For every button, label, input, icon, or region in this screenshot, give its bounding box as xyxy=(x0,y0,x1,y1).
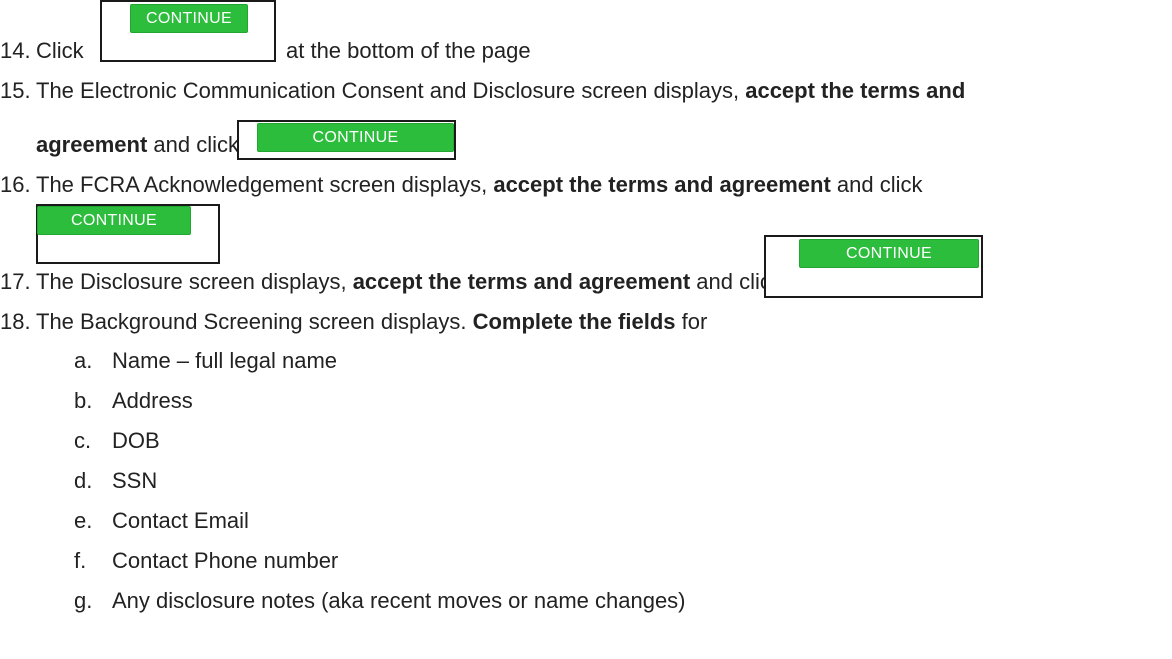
list-item-letter: b. xyxy=(74,388,93,413)
list-item-letter: d. xyxy=(74,468,93,493)
step-18-post: for xyxy=(675,309,708,334)
continue-button[interactable]: CONTINUE xyxy=(257,123,454,152)
list-item-letter: c. xyxy=(74,428,92,453)
list-item: Contact Email xyxy=(112,508,249,533)
list-item: Name – full legal name xyxy=(112,348,338,373)
step-17-body: The Disclosure screen displays, xyxy=(36,269,353,294)
list-item: Any disclosure notes (aka recent moves o… xyxy=(112,588,686,613)
step-17-bold: accept the terms and agreement xyxy=(352,269,691,294)
step-16-body: The FCRA Acknowledgement screen displays… xyxy=(36,172,494,197)
step-number: 18. xyxy=(0,309,31,334)
list-item-letter: f. xyxy=(74,548,87,573)
step-16-post: and click xyxy=(830,172,923,197)
continue-button[interactable]: CONTINUE xyxy=(799,239,979,268)
list-item: SSN xyxy=(112,468,158,493)
step-14-post-text: at the bottom of the page xyxy=(286,38,531,63)
step-14-text: Click xyxy=(36,38,84,64)
list-item: Contact Phone number xyxy=(112,548,339,573)
step-18-bold: Complete the fields xyxy=(472,309,676,334)
step-number: 16. xyxy=(0,172,31,197)
list-item: Address xyxy=(112,388,193,413)
step-14-click-text: Click xyxy=(36,38,84,63)
list-item-letter: e. xyxy=(74,508,93,533)
step-15-bold: accept the terms and xyxy=(745,78,966,103)
step-18-text: The Background Screening screen displays… xyxy=(36,309,707,335)
step-18-body: The Background Screening screen displays… xyxy=(36,309,473,334)
step-15-text: The Electronic Communication Consent and… xyxy=(36,78,965,104)
step-16-text: The FCRA Acknowledgement screen displays… xyxy=(36,172,923,198)
step-number: 17. xyxy=(0,269,31,294)
continue-button[interactable]: CONTINUE xyxy=(130,4,248,33)
list-item-letter: a. xyxy=(74,348,93,373)
step-15-post: and click xyxy=(147,132,239,157)
step-15-body: The Electronic Communication Consent and… xyxy=(36,78,746,103)
list-item: DOB xyxy=(112,428,160,453)
step-15-line2: agreement and click xyxy=(36,132,239,158)
continue-button[interactable]: CONTINUE xyxy=(37,206,191,235)
step-17-text: The Disclosure screen displays, accept t… xyxy=(36,269,782,295)
step-15-bold-2: agreement xyxy=(36,132,148,157)
step-number: 14. xyxy=(0,38,31,63)
step-number: 15. xyxy=(0,78,31,103)
list-item-letter: g. xyxy=(74,588,93,613)
step-16-bold: accept the terms and agreement xyxy=(493,172,831,197)
